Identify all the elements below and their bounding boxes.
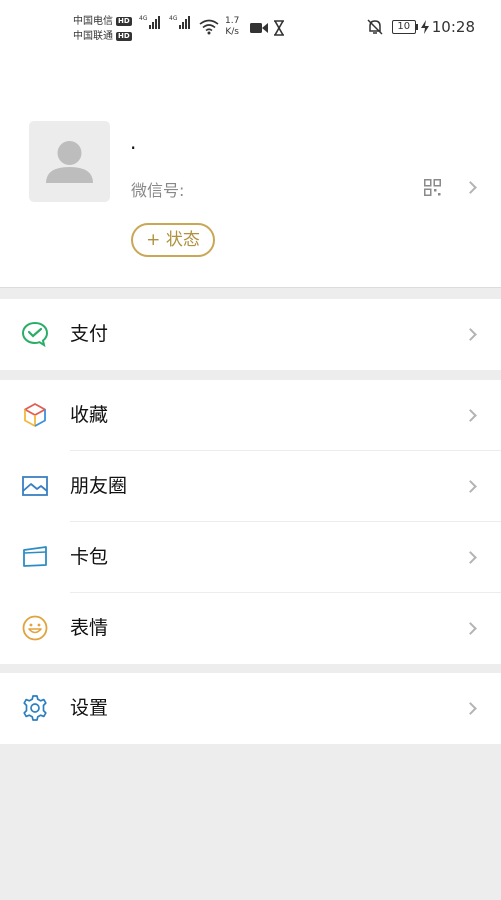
chevron-right-icon	[464, 409, 477, 422]
speed-value: 1.7	[225, 16, 240, 26]
wifi-icon	[199, 19, 219, 35]
hourglass-icon	[274, 20, 284, 36]
battery-level: 10	[391, 20, 416, 34]
carrier-1: 中国电信	[73, 16, 113, 27]
menu-label-stickers: 表情	[70, 617, 109, 639]
pay-icon	[21, 321, 49, 348]
menu-item-moments[interactable]: 朋友圈	[0, 451, 501, 522]
menu-item-cards[interactable]: 卡包	[0, 522, 501, 593]
network-speed: 1.7 K/s	[225, 16, 239, 38]
menu-item-favorites[interactable]: 收藏	[0, 380, 501, 451]
clock: 10:28	[431, 18, 475, 36]
network-type-2: 4G	[169, 15, 178, 22]
carrier-2: 中国联通	[73, 31, 113, 42]
menu-item-settings[interactable]: 设置	[0, 673, 501, 744]
qr-code-icon[interactable]	[424, 179, 441, 196]
card-wallet-icon	[23, 546, 47, 567]
carrier-info: 中国电信 HD 中国联通 HD	[73, 14, 132, 44]
status-right: 10 10:28	[366, 18, 475, 36]
smiley-icon	[22, 615, 48, 641]
avatar[interactable]	[29, 121, 110, 202]
network-type-1: 4G	[139, 15, 148, 22]
chevron-right-icon	[464, 181, 477, 194]
picture-icon	[22, 476, 48, 496]
mute-notifications-icon	[367, 19, 383, 35]
hd-badge-1: HD	[116, 17, 132, 26]
menu-label-moments: 朋友圈	[70, 475, 128, 497]
menu-label-favorites: 收藏	[70, 404, 109, 426]
gear-icon	[23, 695, 47, 721]
speed-unit: K/s	[225, 27, 239, 37]
menu-group-pay: 支付	[0, 299, 501, 370]
chevron-right-icon	[464, 480, 477, 493]
menu-item-stickers[interactable]: 表情	[0, 593, 501, 664]
chevron-right-icon	[464, 702, 477, 715]
nickname: ·	[130, 136, 137, 160]
menu-group-main: 收藏 朋友圈 卡包 表情	[0, 380, 501, 664]
video-camera-icon	[250, 23, 268, 33]
profile-header[interactable]: · 微信号: + 状态	[0, 48, 501, 288]
wechat-id-label: 微信号:	[131, 181, 185, 200]
chevron-right-icon	[464, 551, 477, 564]
status-bar: 中国电信 HD 中国联通 HD 4G 4G 1.7 K/s 10 10:28	[0, 0, 501, 48]
default-avatar-icon	[46, 141, 93, 183]
hd-badge-2: HD	[116, 32, 132, 41]
add-status-button[interactable]: + 状态	[131, 223, 215, 257]
menu-group-settings: 设置	[0, 673, 501, 744]
signal-icon: 4G	[139, 15, 161, 29]
cube-icon	[24, 403, 46, 427]
battery-icon: 10	[391, 20, 421, 34]
menu-label-cards: 卡包	[70, 546, 109, 568]
signal-icon: 4G	[169, 15, 191, 29]
charging-icon	[420, 20, 429, 34]
menu-label-pay: 支付	[70, 323, 109, 345]
menu-item-pay[interactable]: 支付	[0, 299, 501, 370]
chevron-right-icon	[464, 328, 477, 341]
chevron-right-icon	[464, 622, 477, 635]
menu-label-settings: 设置	[70, 697, 109, 719]
